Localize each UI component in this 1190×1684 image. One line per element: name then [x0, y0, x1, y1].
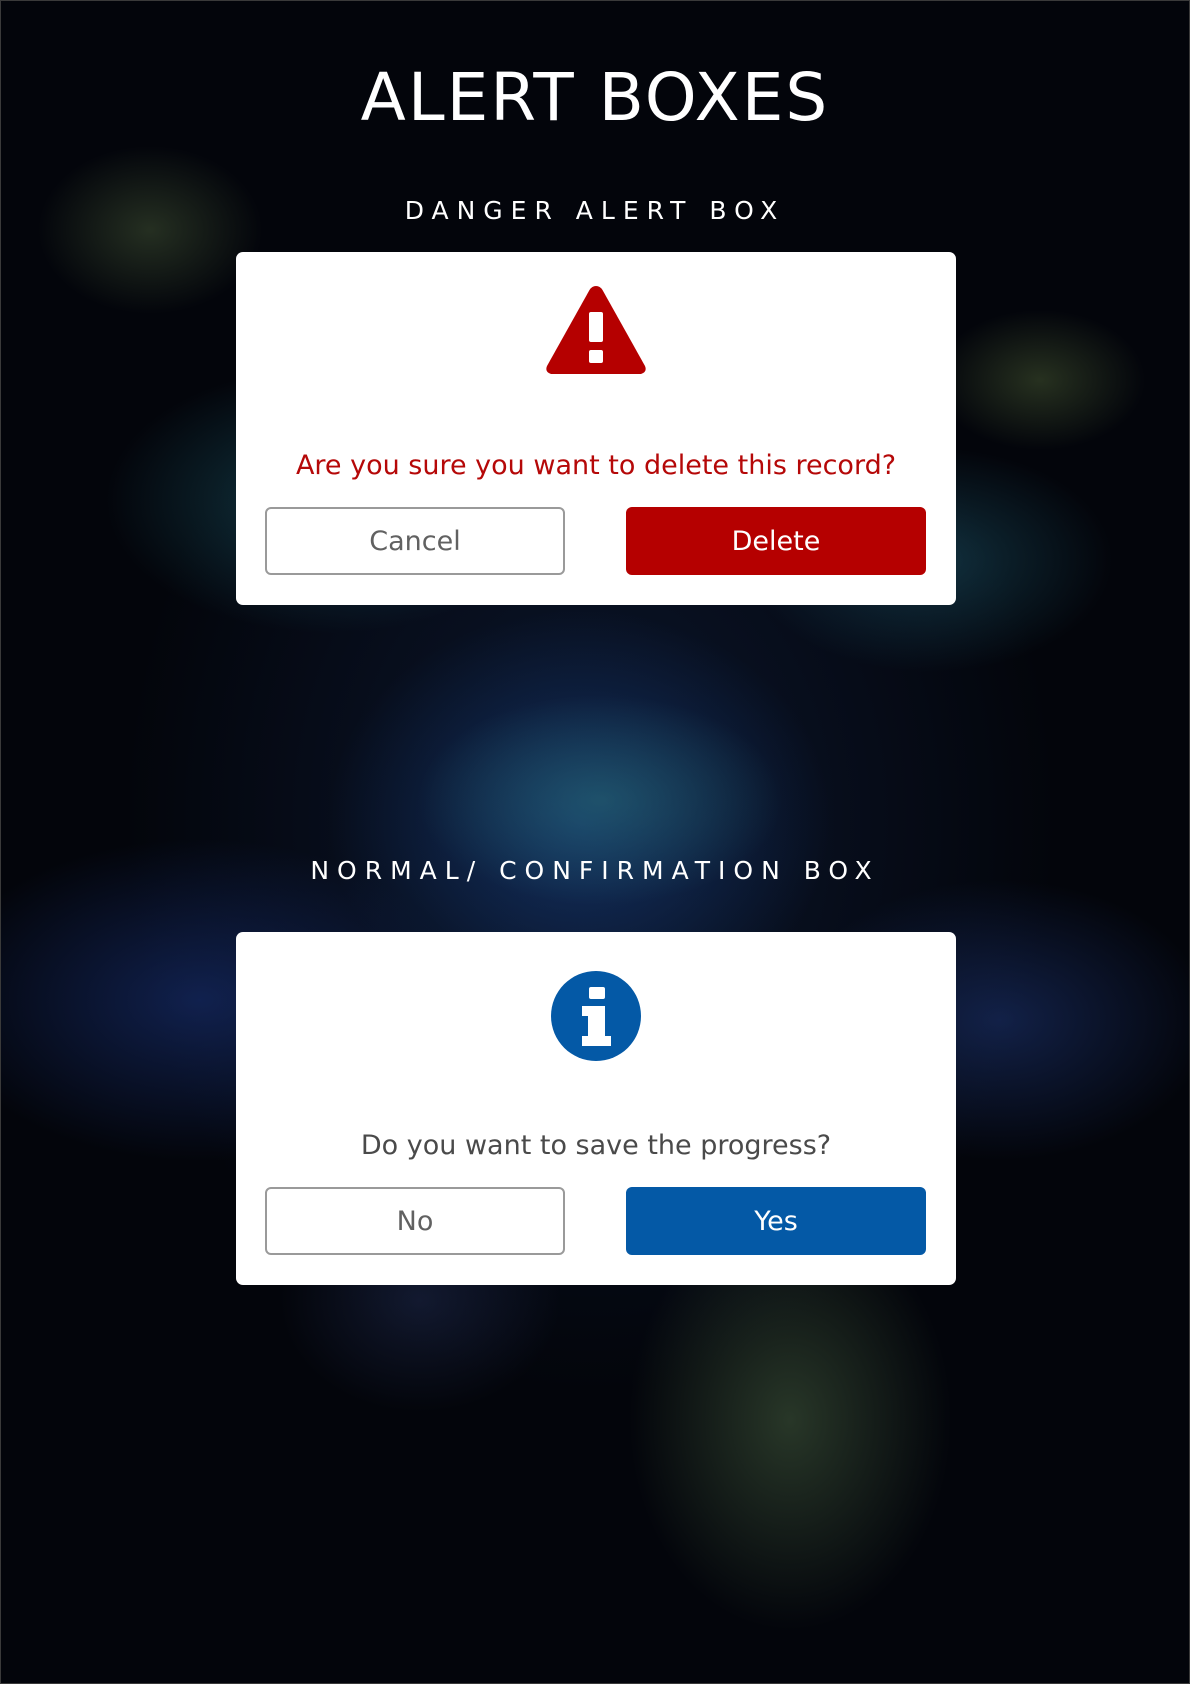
danger-section-label: DANGER ALERT BOX [404, 196, 786, 225]
danger-alert-box: Are you sure you want to delete this rec… [236, 252, 956, 605]
info-circle-icon [551, 971, 641, 1061]
confirmation-message: Do you want to save the progress? [360, 1130, 832, 1161]
confirmation-box: Do you want to save the progress? No Yes [236, 932, 956, 1285]
danger-message: Are you sure you want to delete this rec… [295, 450, 897, 481]
cancel-button[interactable]: Cancel [265, 507, 565, 575]
yes-button[interactable]: Yes [626, 1187, 926, 1255]
no-button[interactable]: No [265, 1187, 565, 1255]
page-title: ALERT BOXES [360, 59, 830, 136]
confirmation-section-label: NORMAL/ CONFIRMATION BOX [310, 856, 880, 885]
warning-triangle-icon [546, 286, 646, 374]
danger-icon-wrap [236, 280, 956, 380]
info-icon-wrap [236, 970, 956, 1070]
delete-button[interactable]: Delete [626, 507, 926, 575]
